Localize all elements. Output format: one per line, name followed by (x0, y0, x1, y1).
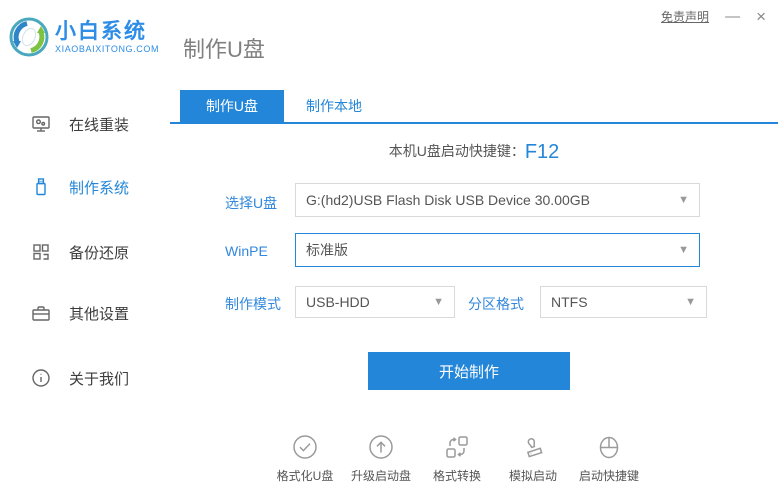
sidebar-item-label: 其他设置 (69, 305, 130, 323)
logo-globe-icon (9, 17, 49, 57)
chevron-down-icon: ▼ (433, 296, 444, 308)
winpe-select-value: 标准版 (306, 242, 348, 258)
format-convert-icon (446, 436, 468, 458)
tool-format-convert[interactable]: 格式转换 (419, 434, 495, 484)
tool-format-usb[interactable]: 格式化U盘 (267, 434, 343, 484)
sidebar-item-label: 制作系统 (69, 179, 130, 197)
tool-boot-hotkey[interactable]: 启动快捷键 (571, 434, 647, 484)
simulate-boot-icon (526, 438, 543, 458)
close-button[interactable]: × (756, 8, 766, 25)
usb-select-value: G:(hd2)USB Flash Disk USB Device 30.00GB (306, 192, 590, 208)
monitor-reinstall-icon (32, 116, 50, 132)
sidebar-item-about-us[interactable]: 关于我们 (30, 365, 129, 391)
brand-domain: XIAOBAIXITONG.COM (55, 44, 160, 55)
backup-restore-icon (33, 244, 49, 260)
sidebar-item-make-system[interactable]: 制作系统 (30, 174, 129, 200)
sidebar-item-label: 备份还原 (69, 244, 130, 262)
app-logo: 小白系统 XIAOBAIXITONG.COM (8, 16, 159, 58)
sidebar-item-label: 关于我们 (69, 370, 130, 388)
chevron-down-icon: ▼ (678, 194, 689, 206)
info-icon (32, 369, 50, 387)
winpe-select[interactable]: 标准版 ▼ (295, 233, 700, 267)
sidebar-item-other-settings[interactable]: 其他设置 (30, 300, 129, 326)
mode-select-label: 制作模式 (225, 296, 281, 312)
tool-label: 格式化U盘 (276, 469, 334, 483)
chevron-down-icon: ▼ (685, 296, 696, 308)
format-usb-icon (293, 435, 317, 459)
sidebar-item-label: 在线重装 (69, 116, 130, 134)
boot-hotkey-line: 本机U盘启动快捷键：F12 (170, 141, 778, 164)
partition-select-value: NTFS (551, 294, 588, 310)
tool-upgrade-boot[interactable]: 升级启动盘 (343, 434, 419, 484)
upgrade-boot-icon (369, 435, 393, 459)
window-controls: 免责声明 — × (661, 8, 766, 25)
winpe-select-label: WinPE (225, 243, 268, 259)
usb-select-label: 选择U盘 (225, 195, 278, 211)
briefcase-settings-icon (32, 306, 50, 321)
boot-hotkey-label: 本机U盘启动快捷键： (388, 143, 525, 159)
start-make-button[interactable]: 开始制作 (368, 352, 570, 390)
disclaimer-link[interactable]: 免责声明 (661, 8, 709, 25)
minimize-button[interactable]: — (725, 9, 740, 24)
mode-select[interactable]: USB-HDD ▼ (295, 286, 455, 318)
boot-hotkey-icon (599, 436, 619, 459)
usb-drive-icon (36, 178, 46, 196)
tab-make-usb[interactable]: 制作U盘 (180, 90, 284, 122)
partition-select[interactable]: NTFS ▼ (540, 286, 707, 318)
tool-label: 模拟启动 (508, 469, 557, 483)
tool-simulate-boot[interactable]: 模拟启动 (495, 434, 571, 484)
boot-hotkey-value: F12 (524, 141, 560, 163)
logo-text: 小白系统 XIAOBAIXITONG.COM (55, 20, 159, 54)
tab-bar: 制作U盘 制作本地 (170, 90, 778, 124)
mode-select-value: USB-HDD (306, 294, 370, 310)
app-window: 免责声明 — × 小白系统 XIAOBAIXITONG.COM 制作U盘 在线重… (0, 0, 778, 488)
sidebar-item-backup-restore[interactable]: 备份还原 (30, 239, 129, 265)
tab-make-local[interactable]: 制作本地 (284, 90, 384, 122)
brand-name: 小白系统 (55, 19, 147, 43)
tool-label: 启动快捷键 (578, 469, 639, 483)
page-title: 制作U盘 (183, 37, 265, 62)
tool-label: 升级启动盘 (350, 469, 411, 483)
chevron-down-icon: ▼ (678, 244, 689, 256)
partition-select-label: 分区格式 (468, 296, 524, 312)
footer-toolbar: 格式化U盘 升级启动盘 格式转换 模拟启动 启动快捷键 (267, 434, 647, 484)
usb-select[interactable]: G:(hd2)USB Flash Disk USB Device 30.00GB… (295, 183, 700, 217)
tool-label: 格式转换 (432, 469, 481, 483)
sidebar-item-online-reinstall[interactable]: 在线重装 (30, 111, 129, 137)
